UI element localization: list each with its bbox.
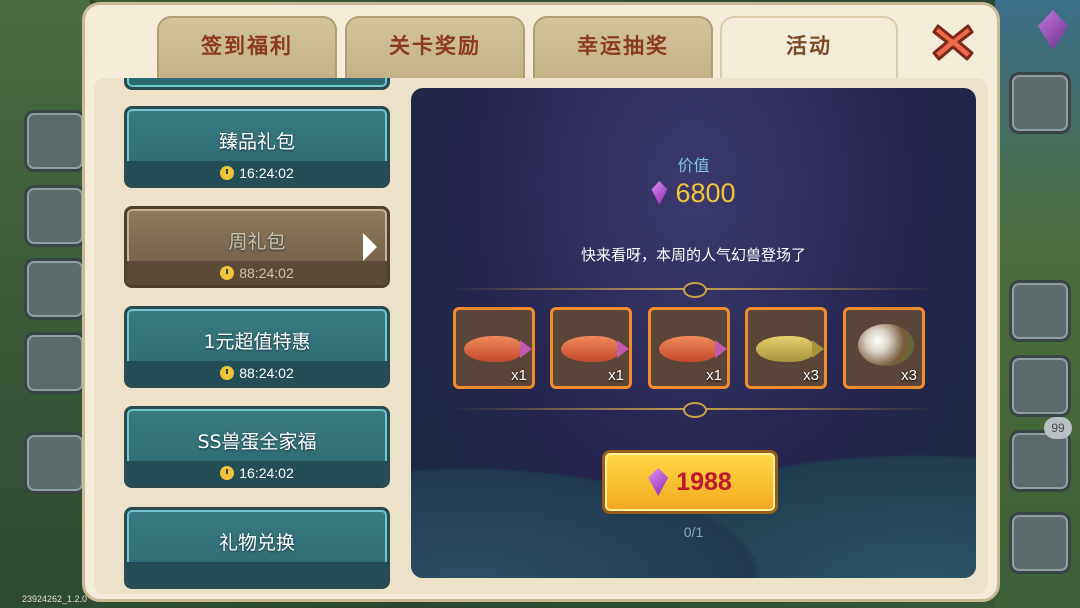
list-item-label: SS兽蛋全家福 <box>197 431 317 453</box>
red-fish-icon <box>659 336 727 362</box>
book-button[interactable] <box>24 258 86 320</box>
egg-button[interactable] <box>1009 430 1071 492</box>
list-item-ss-egg-bundle[interactable]: SS兽蛋全家福 16:24:02 <box>124 406 390 488</box>
clock-icon <box>220 466 235 480</box>
close-icon[interactable] <box>930 20 976 64</box>
divider <box>451 402 936 418</box>
purchase-progress: 0/1 <box>683 524 704 540</box>
list-item-weekly-pack[interactable]: 周礼包 88:24:02 <box>124 206 390 288</box>
left-side-menu <box>0 0 90 608</box>
treasure-button[interactable] <box>1009 512 1071 574</box>
reward-qty: x1 <box>706 367 722 384</box>
list-item-1yuan-deal[interactable]: 1元超值特惠 88:24:02 <box>124 306 390 388</box>
reward-qty: x3 <box>803 367 819 384</box>
gem-icon <box>651 181 668 205</box>
tab-lucky-draw[interactable]: 幸运抽奖 <box>533 16 713 82</box>
list-item-partial[interactable] <box>124 78 390 90</box>
list-item-label: 臻品礼包 <box>218 131 295 153</box>
timer <box>127 562 387 586</box>
clock-icon <box>220 266 235 280</box>
tab-label: 签到福利 <box>201 34 293 58</box>
timer-text: 16:24:02 <box>239 165 294 181</box>
red-fish-icon <box>464 336 532 362</box>
egg-nest-icon <box>858 324 914 366</box>
reward-item[interactable]: x1 <box>453 307 535 389</box>
more-button[interactable] <box>24 432 86 494</box>
tab-activity[interactable]: 活动 <box>720 16 898 82</box>
tab-label: 关卡奖励 <box>389 34 481 58</box>
timer: 88:24:02 <box>127 261 387 285</box>
chat-button[interactable] <box>24 332 86 394</box>
timer: 16:24:02 <box>127 161 387 185</box>
clock-icon <box>220 166 235 180</box>
list-item-label: 礼物兑换 <box>218 532 295 554</box>
gem-icon <box>1038 10 1068 50</box>
pack-list: 臻品礼包 16:24:02 周礼包 88:24:02 1元超值特惠 88:24:… <box>100 78 410 594</box>
coin-button[interactable] <box>1009 72 1071 134</box>
buy-button[interactable]: 1988 <box>602 450 778 514</box>
tab-label: 活动 <box>786 34 832 58</box>
red-fish-icon <box>561 336 629 362</box>
list-item-label: 周礼包 <box>228 231 286 253</box>
list-item-premium-pack[interactable]: 臻品礼包 16:24:02 <box>124 106 390 188</box>
gem-icon <box>648 468 669 496</box>
tab-sign-in[interactable]: 签到福利 <box>157 16 337 82</box>
list-item-label: 1元超值特惠 <box>203 331 311 353</box>
timer-text: 88:24:02 <box>239 265 294 281</box>
divider <box>451 282 936 298</box>
ornament-icon <box>683 402 707 418</box>
reward-item[interactable]: x3 <box>843 307 925 389</box>
reward-item[interactable]: x1 <box>550 307 632 389</box>
timer-text: 16:24:02 <box>239 465 294 481</box>
reward-item[interactable]: x1 <box>648 307 730 389</box>
clock-icon <box>220 366 235 380</box>
star-button[interactable] <box>24 110 86 172</box>
value-amount-text: 6800 <box>675 178 736 208</box>
pack-description: 快来看呀，本周的人气幻兽登场了 <box>580 246 806 264</box>
compass-button[interactable] <box>1009 280 1071 342</box>
buy-price: 1988 <box>676 468 732 496</box>
chevron-right-icon <box>363 233 377 261</box>
timer: 88:24:02 <box>127 361 387 385</box>
tab-label: 幸运抽奖 <box>577 34 669 58</box>
reward-list: x1 x1 x1 x3 x3 <box>453 307 933 391</box>
reward-qty: x1 <box>608 367 624 384</box>
timer: 16:24:02 <box>127 461 387 485</box>
reward-item[interactable]: x3 <box>745 307 827 389</box>
value-amount: 6800 <box>411 178 976 209</box>
tab-stage-rewards[interactable]: 关卡奖励 <box>345 16 525 82</box>
right-side-menu: 99 <box>995 0 1080 608</box>
yellow-fish-icon <box>756 336 824 362</box>
reward-qty: x1 <box>511 367 527 384</box>
value-label: 价值 <box>677 156 710 175</box>
version-text: 23924262_1.2.0 <box>22 594 88 604</box>
reward-qty: x3 <box>901 367 917 384</box>
pack-detail: 价值 6800 快来看呀，本周的人气幻兽登场了 x1 x1 x1 x3 x3 1… <box>411 88 976 578</box>
timer-text: 88:24:02 <box>239 365 294 381</box>
ornament-icon <box>683 282 707 298</box>
helmet-button[interactable] <box>24 185 86 247</box>
list-item-gift-exchange[interactable]: 礼物兑换 <box>124 507 390 589</box>
gift-button[interactable] <box>1009 355 1071 417</box>
notification-badge: 99 <box>1044 417 1072 439</box>
